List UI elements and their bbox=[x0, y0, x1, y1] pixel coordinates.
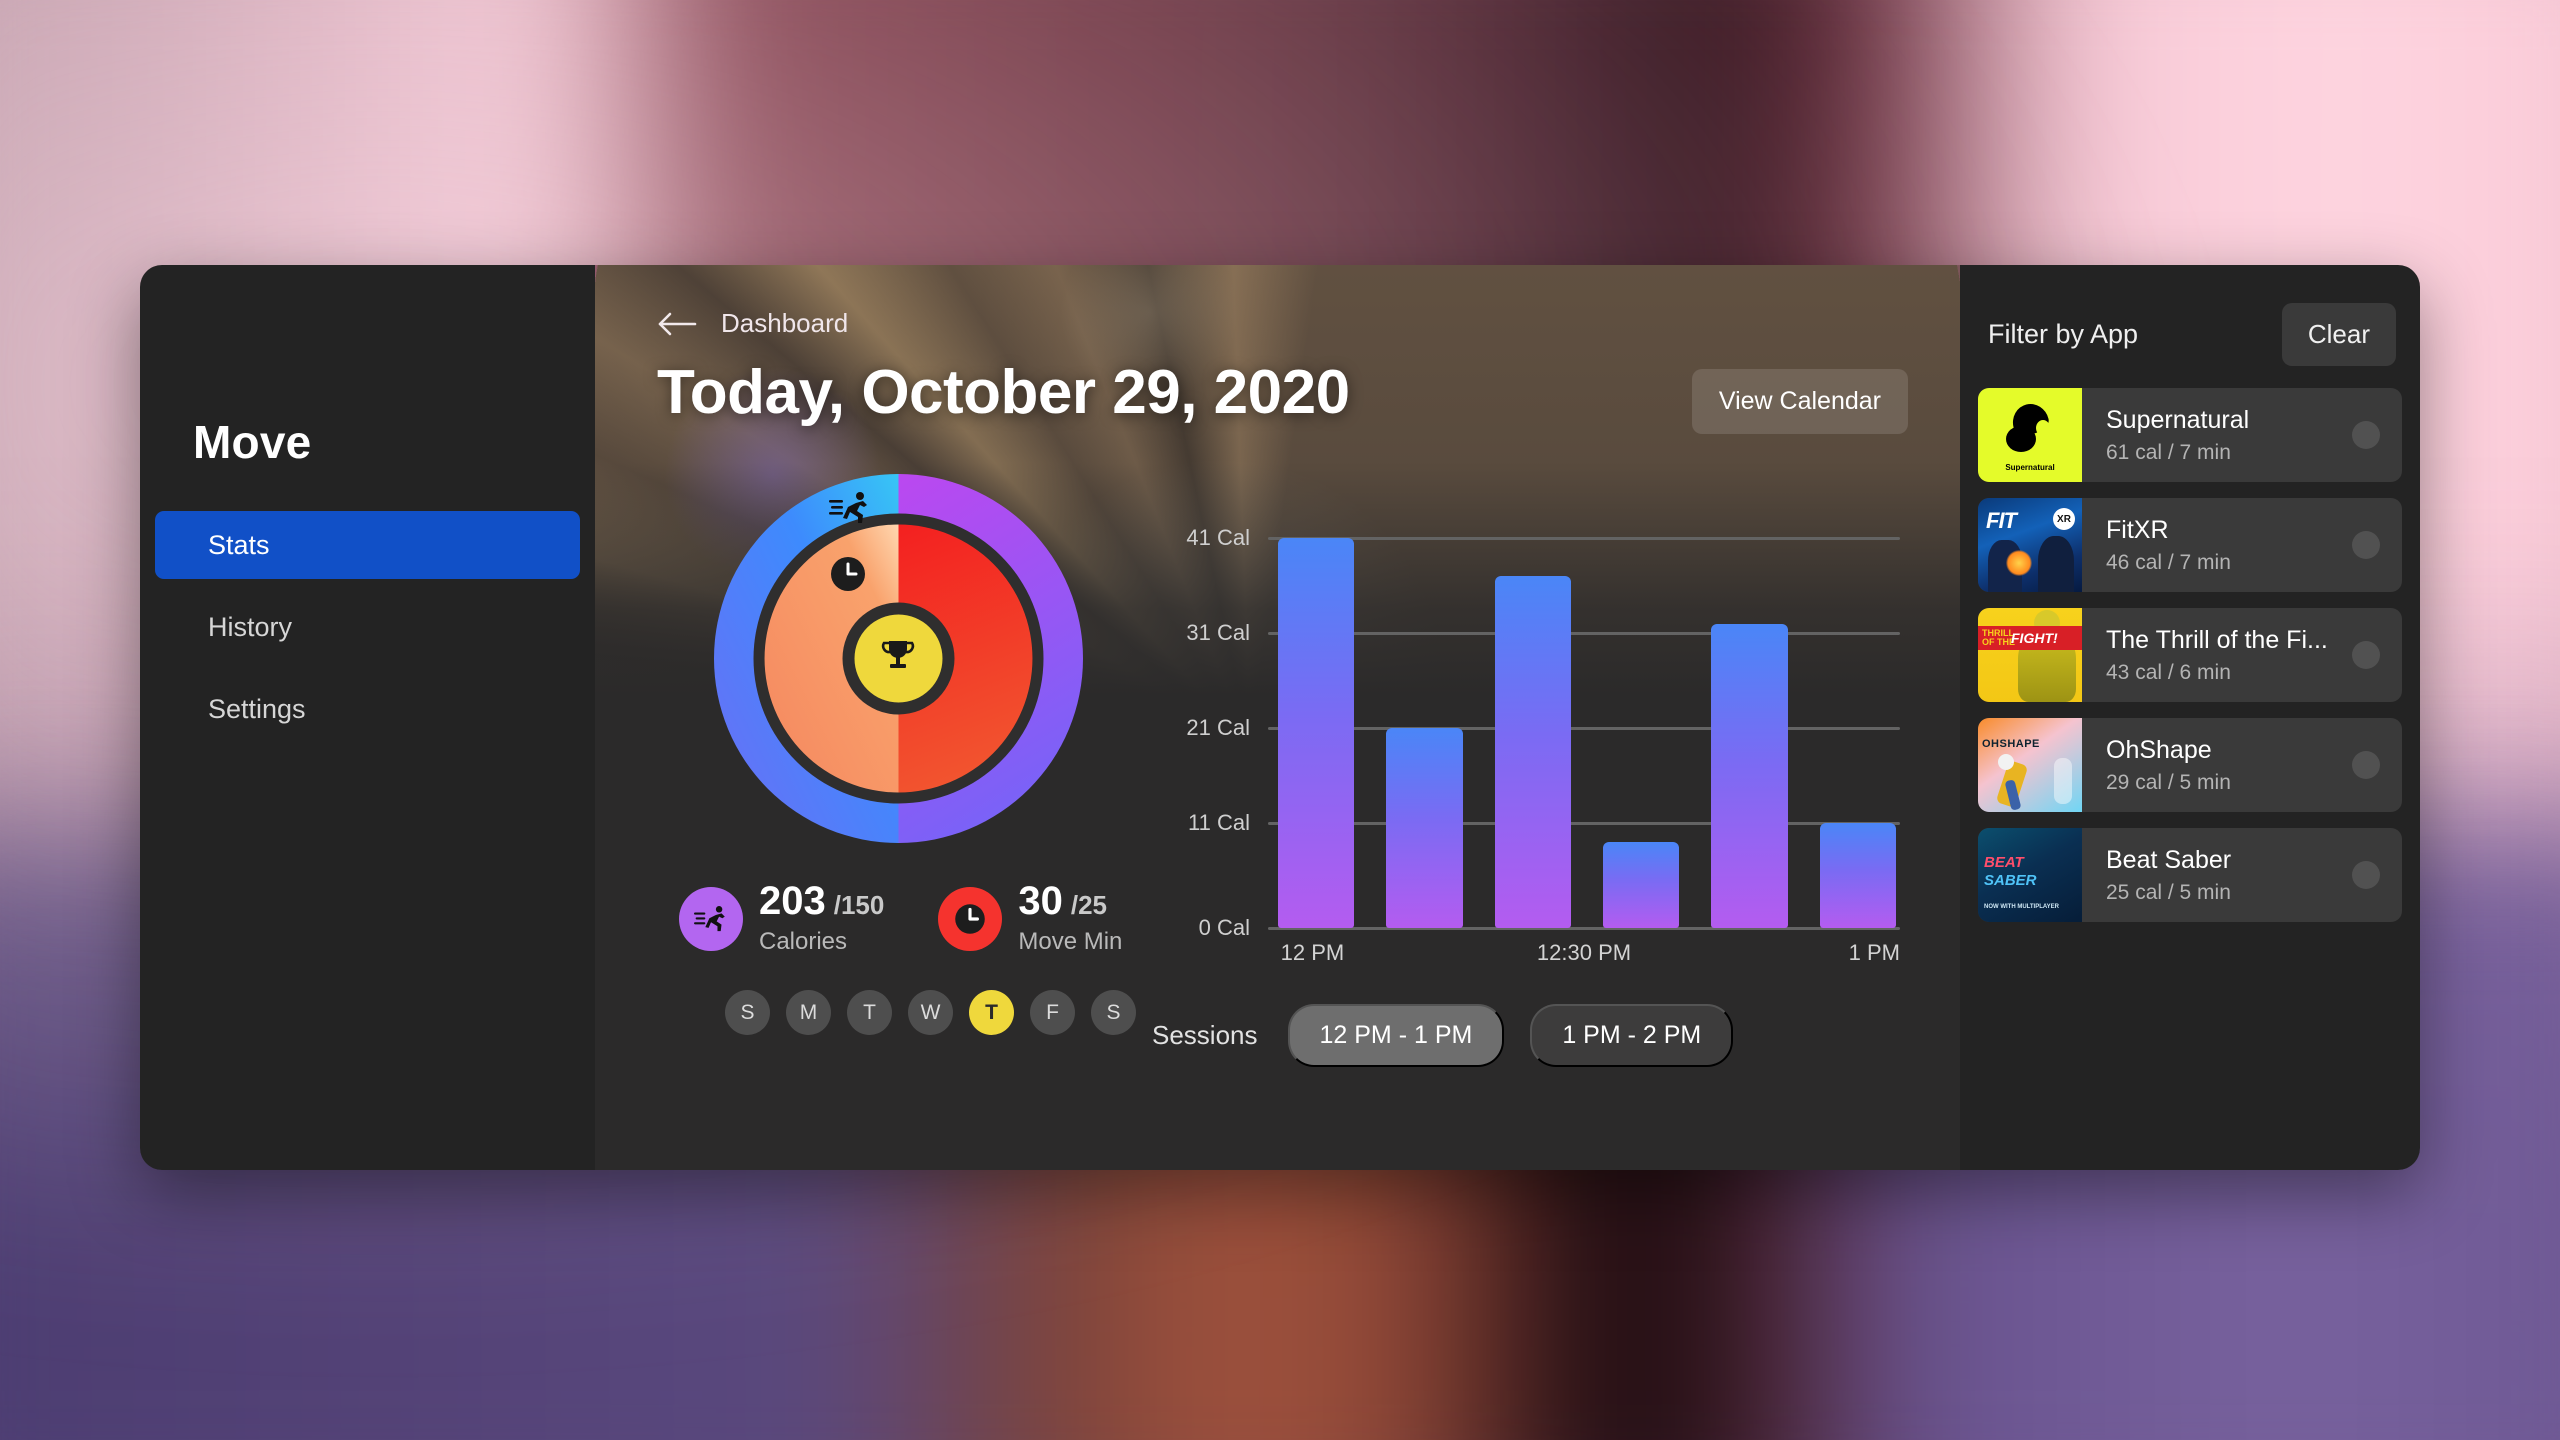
day-chip-sun[interactable]: S bbox=[725, 990, 770, 1035]
clear-filter-button[interactable]: Clear bbox=[2281, 303, 2396, 366]
app-filter-row[interactable]: BEAT SABER NOW WITH MULTIPLAYER Beat Saber 2… bbox=[1978, 828, 2402, 922]
app-select-toggle[interactable] bbox=[2352, 421, 2380, 449]
app-thumbnail: OHSHAPE bbox=[1978, 718, 2082, 812]
app-thumbnail: BEAT SABER NOW WITH MULTIPLAYER bbox=[1978, 828, 2082, 922]
chart-y-tick-label: 41 Cal bbox=[1186, 525, 1250, 550]
day-label: W bbox=[920, 1000, 941, 1024]
metrics-row: 203 /150 Calories 30 /25 Move Min bbox=[679, 881, 1140, 956]
chart-bar[interactable] bbox=[1386, 728, 1463, 928]
app-name: Beat Saber bbox=[2106, 845, 2232, 874]
app-select-toggle[interactable] bbox=[2352, 751, 2380, 779]
week-day-selector: S M T W T F S bbox=[725, 990, 1140, 1035]
app-thumbnail: Supernatural bbox=[1978, 388, 2082, 482]
page-title: Today, October 29, 2020 bbox=[657, 358, 1350, 427]
calories-bar-chart: 41 Cal 31 Cal 21 Cal 11 Cal 0 Cal 12 PM 12:30… bbox=[1150, 525, 1900, 968]
chart-y-tick-label: 11 Cal bbox=[1188, 810, 1250, 836]
app-filter-list: Supernatural Supernatural 61 cal / 7 min FI… bbox=[1978, 388, 2402, 922]
app-select-toggle[interactable] bbox=[2352, 531, 2380, 559]
arrow-left-icon[interactable] bbox=[657, 309, 699, 339]
app-stat: 43 cal / 6 min bbox=[2106, 660, 2231, 684]
day-chip-mon[interactable]: M bbox=[786, 990, 831, 1035]
app-filter-row[interactable]: Supernatural Supernatural 61 cal / 7 min bbox=[1978, 388, 2402, 482]
chart-plot-area bbox=[1268, 537, 1900, 930]
sidebar-item-settings[interactable]: Settings bbox=[155, 675, 580, 743]
chart-bar[interactable] bbox=[1819, 823, 1896, 928]
session-chip-1pm-2pm[interactable]: 1 PM - 2 PM bbox=[1530, 1004, 1734, 1067]
day-label: F bbox=[1046, 1000, 1059, 1024]
day-chip-thu[interactable]: T bbox=[969, 990, 1014, 1035]
app-thumbnail: THRILL OF THE FIGHT! bbox=[1978, 608, 2082, 702]
day-label: M bbox=[799, 1000, 818, 1024]
chart-x-tick-label: 12:30 PM bbox=[1536, 940, 1632, 965]
trophy-icon bbox=[877, 634, 919, 676]
app-name: Supernatural bbox=[2106, 405, 2250, 434]
sessions-label: Sessions bbox=[1152, 1020, 1258, 1050]
day-chip-wed[interactable]: W bbox=[908, 990, 953, 1035]
app-name: The Thrill of the Fi... bbox=[2106, 625, 2328, 654]
chart-bar[interactable] bbox=[1494, 576, 1571, 928]
metric-move-min: 30 /25 Move Min bbox=[938, 881, 1122, 956]
dashboard-main: Dashboard Today, October 29, 2020 View C… bbox=[595, 265, 1960, 1170]
chart-x-tick-label: 12 PM bbox=[1280, 940, 1345, 965]
day-label: S bbox=[1106, 1000, 1121, 1024]
app-name: OhShape bbox=[2106, 735, 2212, 764]
day-chip-fri[interactable]: F bbox=[1030, 990, 1075, 1035]
metric-label: Calories bbox=[759, 928, 848, 955]
clock-icon bbox=[938, 886, 1003, 951]
chart-y-tick-label: 21 Cal bbox=[1186, 715, 1250, 741]
sessions-selector: Sessions 12 PM - 1 PM 1 PM - 2 PM bbox=[1150, 1004, 1900, 1067]
app-stat: 29 cal / 5 min bbox=[2106, 770, 2231, 794]
metric-goal: /25 bbox=[1070, 890, 1108, 920]
chart-bar[interactable] bbox=[1602, 842, 1680, 928]
app-filter-row[interactable]: FIT XR FitXR 46 cal / 7 min bbox=[1978, 498, 2402, 592]
chart-y-tick-label: 0 Cal bbox=[1198, 915, 1250, 940]
day-chip-sat[interactable]: S bbox=[1091, 990, 1136, 1035]
sidebar-item-history[interactable]: History bbox=[155, 593, 580, 661]
app-filter-row[interactable]: OHSHAPE OhShape 29 cal / 5 min bbox=[1978, 718, 2402, 812]
running-icon bbox=[679, 886, 743, 951]
app-filter-row[interactable]: THRILL OF THE FIGHT! The Thrill of the Fi..… bbox=[1978, 608, 2402, 702]
metric-label: Move Min bbox=[1018, 928, 1123, 955]
sidebar: Move Stats History Settings bbox=[140, 265, 595, 1170]
chart-x-tick-label: 1 PM bbox=[1848, 940, 1900, 965]
sidebar-item-label: History bbox=[208, 611, 293, 642]
app-stat: 46 cal / 7 min bbox=[2106, 550, 2231, 574]
chart-x-axis: 12 PM 12:30 PM 1 PM bbox=[1268, 940, 1900, 974]
chart-y-axis: 41 Cal 31 Cal 21 Cal 11 Cal 0 Cal bbox=[1150, 525, 1250, 940]
chart-bar[interactable] bbox=[1711, 623, 1788, 928]
view-calendar-button[interactable]: View Calendar bbox=[1691, 369, 1908, 434]
sidebar-item-label: Settings bbox=[208, 693, 306, 724]
breadcrumb-bar: Dashboard bbox=[595, 265, 1960, 339]
app-stat: 25 cal / 5 min bbox=[2106, 880, 2231, 904]
metric-value: 30 bbox=[1018, 879, 1063, 923]
breadcrumb[interactable]: Dashboard bbox=[721, 308, 848, 339]
day-chip-tue[interactable]: T bbox=[847, 990, 892, 1035]
session-chip-12pm-1pm[interactable]: 12 PM - 1 PM bbox=[1287, 1004, 1505, 1067]
running-icon bbox=[829, 491, 871, 525]
day-label: T bbox=[985, 1000, 998, 1024]
app-select-toggle[interactable] bbox=[2352, 861, 2380, 889]
metric-value: 203 bbox=[759, 879, 826, 923]
sidebar-item-label: Stats bbox=[208, 529, 270, 560]
metric-calories: 203 /150 Calories bbox=[679, 881, 884, 956]
app-thumbnail: FIT XR bbox=[1978, 498, 2082, 592]
app-brand-title: Move bbox=[193, 416, 312, 468]
day-label: S bbox=[740, 1000, 755, 1024]
chart-y-tick-label: 31 Cal bbox=[1186, 620, 1250, 646]
filter-panel-title: Filter by App bbox=[1988, 319, 2139, 349]
metric-goal: /150 bbox=[833, 890, 885, 920]
sidebar-item-stats[interactable]: Stats bbox=[155, 511, 580, 579]
filter-by-app-panel: Filter by App Clear Supernatural Supernat… bbox=[1960, 265, 2420, 1170]
chart-bar[interactable] bbox=[1278, 538, 1355, 928]
app-select-toggle[interactable] bbox=[2352, 641, 2380, 669]
app-stat: 61 cal / 7 min bbox=[2106, 440, 2231, 464]
app-name: FitXR bbox=[2106, 515, 2169, 544]
clock-icon bbox=[830, 556, 866, 592]
day-label: T bbox=[863, 1000, 876, 1024]
activity-rings bbox=[706, 466, 1091, 851]
move-app-window: Move Stats History Settings Dashboard To… bbox=[140, 265, 2420, 1170]
